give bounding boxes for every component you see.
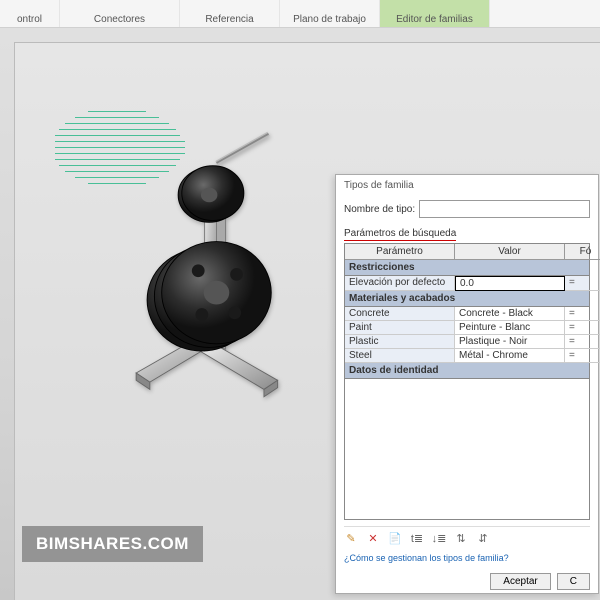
grid-empty-area[interactable] [345, 379, 589, 519]
row-paint[interactable]: PaintPeinture - Blanc= [345, 321, 589, 335]
col-param[interactable]: Parámetro [345, 244, 455, 260]
ribbon-tab-control[interactable]: ontrol [0, 0, 60, 27]
type-name-input[interactable] [419, 200, 590, 218]
group-identidad[interactable]: Datos de identidad [345, 363, 589, 379]
sort-desc-icon[interactable]: ⇵ [476, 531, 490, 545]
family-types-dialog: Tipos de familia Nombre de tipo: Parámet… [335, 174, 599, 594]
row-plastic[interactable]: PlasticPlastique - Noir= [345, 335, 589, 349]
group-materiales[interactable]: Materiales y acabados [345, 291, 589, 307]
weight-rack-model [127, 103, 337, 433]
row-elevacion[interactable]: Elevación por defecto0.0= [345, 276, 589, 291]
watermark: BIMSHARES.COM [22, 526, 203, 562]
row-concrete[interactable]: ConcreteConcrete - Black= [345, 307, 589, 321]
param-toolbar: ✎ ✕ 📄 t≣ ↓≣ ⇅ ⇵ [344, 526, 590, 549]
sort-asc-icon[interactable]: ⇅ [454, 531, 468, 545]
help-link[interactable]: ¿Cómo se gestionan los tipos de familia? [344, 549, 590, 569]
cancel-button[interactable]: C [557, 573, 590, 590]
search-params-label[interactable]: Parámetros de búsqueda [344, 228, 456, 241]
type-name-label: Nombre de tipo: [344, 204, 415, 215]
delete-icon[interactable]: ✕ [366, 531, 380, 545]
ribbon-tab-plano[interactable]: Plano de trabajo [280, 0, 380, 27]
pencil-icon[interactable]: ✎ [344, 531, 358, 545]
parameter-grid[interactable]: Parámetro Valor Fó Restricciones Elevaci… [344, 243, 590, 520]
col-formula[interactable]: Fó [565, 244, 600, 260]
copy-icon[interactable]: 📄 [388, 531, 402, 545]
col-value[interactable]: Valor [455, 244, 565, 260]
dialog-title: Tipos de familia [336, 175, 598, 196]
move-down-icon[interactable]: ↓≣ [432, 531, 446, 545]
ribbon-tab-editor[interactable]: Editor de familias [380, 0, 490, 27]
ribbon-tab-referencia[interactable]: Referencia [180, 0, 280, 27]
ribbon: ontrol Conectores Referencia Plano de tr… [0, 0, 600, 28]
group-restricciones[interactable]: Restricciones [345, 260, 589, 276]
ok-button[interactable]: Aceptar [490, 573, 550, 590]
row-steel[interactable]: SteelMétal - Chrome= [345, 349, 589, 363]
ribbon-tab-conectores[interactable]: Conectores [60, 0, 180, 27]
move-up-icon[interactable]: t≣ [410, 531, 424, 545]
